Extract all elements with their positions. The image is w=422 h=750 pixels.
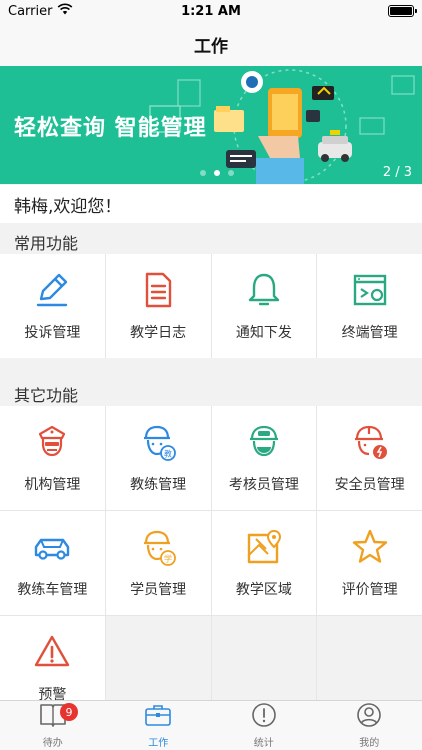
func-notice-dispatch[interactable]: 通知下发	[211, 254, 317, 358]
func-label: 教练车管理	[17, 582, 88, 598]
nav-bar: 工作	[0, 22, 422, 66]
bell-icon	[244, 270, 284, 310]
carrier-label: Carrier	[8, 3, 53, 19]
student-tag: 学	[164, 554, 172, 564]
func-organization-management[interactable]: 机构管理	[0, 406, 105, 510]
func-label: 终端管理	[341, 325, 398, 341]
tab-work[interactable]: 工作	[106, 701, 212, 750]
func-teaching-log[interactable]: 教学日志	[105, 254, 211, 358]
examiner-icon	[244, 422, 284, 462]
car-icon	[32, 527, 72, 567]
coach-tag: 教	[164, 449, 172, 459]
func-label: 学员管理	[130, 582, 187, 598]
func-label: 教练管理	[130, 477, 187, 493]
func-terminal-management[interactable]: 终端管理	[317, 254, 422, 358]
func-complaint-management[interactable]: 投诉管理	[0, 254, 105, 358]
func-label: 教学区域	[235, 582, 292, 598]
status-left: Carrier	[8, 3, 73, 19]
tab-label: 统计	[253, 738, 274, 749]
other-functions-grid: 机构管理 教 教练管理 考核员管理 安全员管理 教练车管理 学 学员管理 教学区…	[0, 406, 422, 720]
coach-icon: 教	[138, 422, 178, 462]
tab-label: 我的	[359, 738, 380, 749]
func-label: 通知下发	[235, 325, 292, 341]
tab-label: 工作	[148, 738, 169, 749]
func-label: 评价管理	[341, 582, 398, 598]
map-icon	[244, 527, 284, 567]
carousel-dot-active[interactable]	[214, 170, 220, 176]
carousel-dot[interactable]	[200, 170, 206, 176]
safety-officer-icon	[350, 422, 390, 462]
user-icon	[355, 702, 383, 732]
wifi-icon	[57, 3, 73, 19]
student-icon: 学	[138, 527, 178, 567]
banner-headline: 轻松查询 智能管理	[14, 116, 207, 141]
section-title-other: 其它功能	[14, 386, 79, 405]
alert-circle-icon	[250, 702, 278, 732]
officer-icon	[32, 422, 72, 462]
status-bar: Carrier 1:21 AM	[0, 0, 422, 22]
carousel-dot[interactable]	[228, 170, 234, 176]
func-examiner-management[interactable]: 考核员管理	[211, 406, 317, 510]
todo-badge: 9	[60, 703, 78, 721]
welcome-text: 韩梅,欢迎您！	[14, 196, 122, 217]
func-label: 机构管理	[24, 477, 81, 493]
battery-icon	[388, 5, 417, 17]
tab-label: 待办	[42, 738, 63, 749]
banner-carousel[interactable]: 轻松查询 智能管理 2 / 3	[0, 66, 422, 184]
func-coach-car-management[interactable]: 教练车管理	[0, 511, 105, 615]
tab-statistics[interactable]: 统计	[211, 701, 317, 750]
welcome-message: 韩梅,欢迎您！	[0, 185, 422, 223]
warning-icon	[32, 632, 72, 672]
func-evaluation-management[interactable]: 评价管理	[317, 511, 422, 615]
carousel-dots[interactable]	[200, 170, 234, 176]
func-label: 投诉管理	[24, 325, 81, 341]
document-icon	[138, 270, 178, 310]
star-icon	[350, 527, 390, 567]
func-student-management[interactable]: 学 学员管理	[105, 511, 211, 615]
briefcase-icon	[144, 702, 172, 732]
func-label: 安全员管理	[334, 477, 405, 493]
tab-mine[interactable]: 我的	[317, 701, 422, 750]
tab-bar: 9 待办 工作 统计 我的	[0, 700, 422, 750]
func-coach-management[interactable]: 教 教练管理	[105, 406, 211, 510]
func-label: 教学日志	[130, 325, 187, 341]
banner-page-indicator: 2 / 3	[382, 165, 412, 180]
func-label: 考核员管理	[228, 477, 299, 493]
section-title-common: 常用功能	[14, 234, 79, 253]
tab-todo[interactable]: 9 待办	[0, 701, 106, 750]
func-teaching-area[interactable]: 教学区域	[211, 511, 317, 615]
func-safety-officer-management[interactable]: 安全员管理	[317, 406, 422, 510]
pen-icon	[32, 270, 72, 310]
common-functions-grid: 投诉管理 教学日志 通知下发 终端管理	[0, 254, 422, 358]
terminal-icon	[350, 270, 390, 310]
page-title: 工作	[194, 36, 228, 57]
